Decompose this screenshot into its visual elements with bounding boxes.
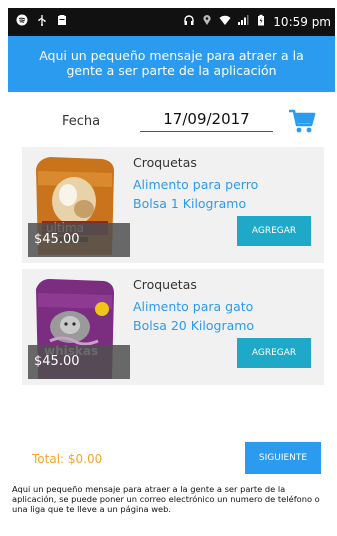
status-time: 10:59 pm — [273, 14, 331, 29]
product-name: Croquetas — [133, 155, 197, 170]
product-size: Bolsa 20 Kilogramo — [133, 318, 255, 333]
product-list: ultima $45.00 Croquetas Alimento para pe… — [22, 147, 324, 391]
product-card: ultima $45.00 Croquetas Alimento para pe… — [22, 147, 324, 263]
product-price: $45.00 — [28, 345, 130, 379]
date-label: Fecha — [62, 114, 101, 129]
location-icon — [201, 14, 213, 29]
cart-icon[interactable] — [288, 108, 316, 134]
total-label: Total: $0.00 — [32, 452, 103, 466]
spotify-icon — [16, 14, 28, 29]
battery-icon — [255, 14, 267, 29]
footer-message: Aqui un pequeño mensaje para atraer a la… — [12, 484, 320, 515]
product-name: Croquetas — [133, 277, 197, 292]
header-banner: Aqui un pequeño mensaje para atraer a la… — [8, 36, 335, 92]
next-button[interactable]: SIGUIENTE — [245, 442, 321, 474]
product-description: Alimento para perro — [133, 177, 259, 192]
status-left-icons — [16, 14, 68, 29]
date-field[interactable]: 17/09/2017 — [140, 110, 273, 132]
status-bar: 10:59 pm — [8, 8, 335, 36]
header-message: Aqui un pequeño mensaje para atraer a la… — [39, 48, 304, 78]
date-row: Fecha 17/09/2017 — [18, 92, 325, 142]
add-button[interactable]: AGREGAR — [237, 216, 311, 246]
main-content: Fecha 17/09/2017 $45.00 Croquetas Alimen… — [18, 92, 325, 477]
headphones-icon — [183, 14, 195, 29]
add-button[interactable]: AGREGAR — [237, 338, 311, 368]
status-right-icons: 10:59 pm — [183, 14, 331, 29]
product-description: Alimento para gato — [133, 299, 254, 314]
product-size: Bolsa 1 Kilogramo — [133, 196, 247, 211]
wifi-icon — [219, 14, 231, 29]
product-price: $45.00 — [28, 223, 130, 257]
notification-icon — [56, 14, 68, 29]
signal-icon — [237, 14, 249, 29]
product-card: whiskas $45.00 Croquetas Alimento para g… — [22, 269, 324, 385]
usb-icon — [36, 14, 48, 29]
app-frame: 10:59 pm Aqui un pequeño mensaje para at… — [2, 0, 335, 536]
